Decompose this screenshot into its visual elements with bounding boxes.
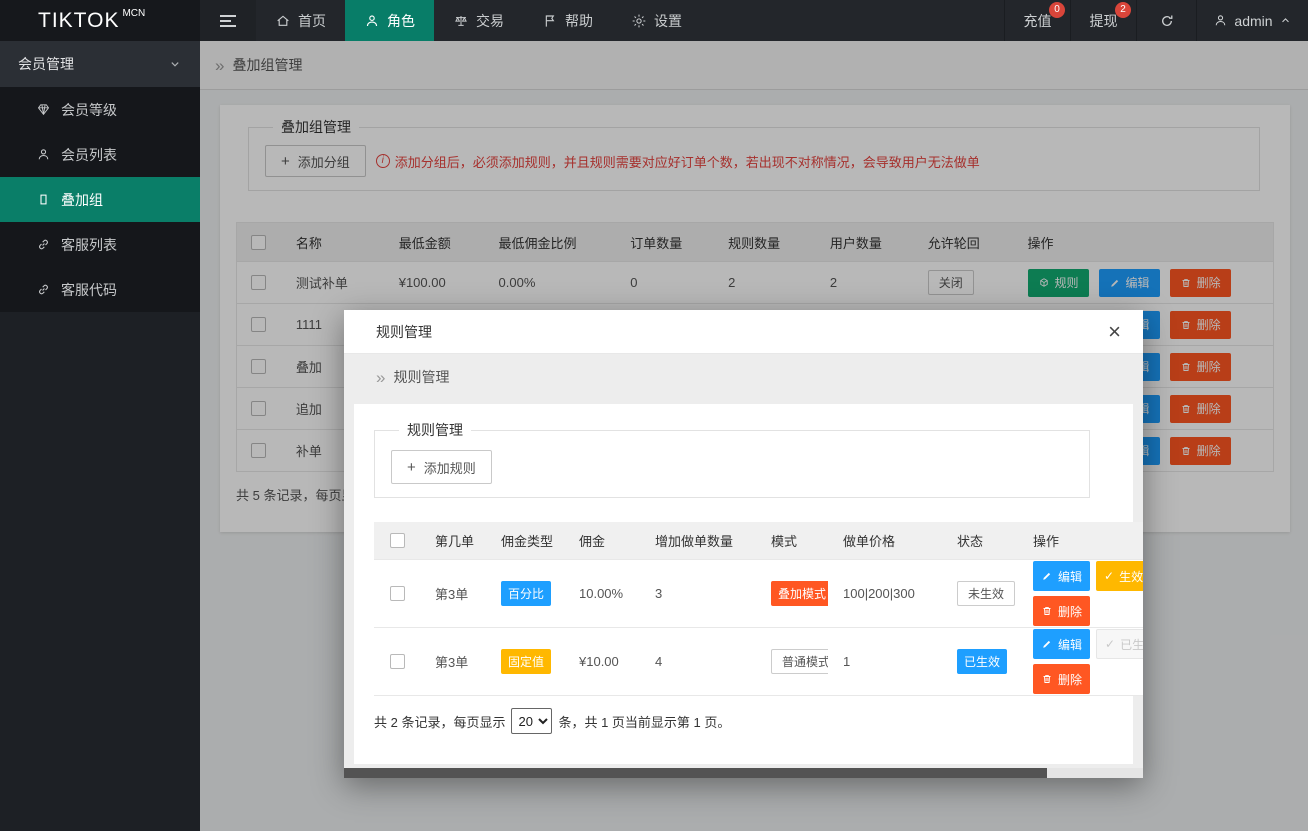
add-rule-button[interactable]: + 添加规则 xyxy=(391,450,492,484)
user-icon xyxy=(36,147,51,162)
col-header: 模式 xyxy=(756,531,828,550)
sidebar-item-member-list[interactable]: 会员列表 xyxy=(0,132,200,177)
page-size-select[interactable]: 20 xyxy=(511,708,552,734)
rule-table: 第几单 佣金类型 佣金 增加做单数量 模式 做单价格 状态 操作 第3单 百分比… xyxy=(374,522,1143,696)
nav-item-roles[interactable]: 角色 xyxy=(345,0,434,41)
col-header: 佣金 xyxy=(564,531,640,550)
close-icon[interactable]: × xyxy=(1108,321,1121,343)
menu-toggle-button[interactable] xyxy=(200,0,256,41)
link-icon xyxy=(36,237,51,252)
logo-title: TIKTOK xyxy=(38,9,119,33)
rule-management-modal: 规则管理 × » 规则管理 规则管理 + 添加规则 第几单 佣金类型 佣金 xyxy=(344,310,1143,778)
delete-button[interactable]: 删除 xyxy=(1033,664,1090,694)
logo-tag: MCN xyxy=(122,8,145,19)
refresh-icon xyxy=(1159,13,1175,29)
scrollbar-thumb[interactable] xyxy=(344,768,1047,778)
row-checkbox[interactable] xyxy=(390,586,405,601)
sidebar-item-overlay-group[interactable]: 叠加组 xyxy=(0,177,200,222)
horizontal-scrollbar xyxy=(344,768,1143,778)
user-icon xyxy=(364,13,380,29)
check-icon: ✓ xyxy=(1105,638,1115,650)
pencil-icon xyxy=(1041,638,1053,650)
topbar: TIKTOK MCN 首页 角色 交易 帮助 xyxy=(0,0,1308,41)
sidebar-item-member-level[interactable]: 会员等级 xyxy=(0,87,200,132)
activated-button: ✓已生效 xyxy=(1096,629,1143,659)
nav-item-help[interactable]: 帮助 xyxy=(523,0,612,41)
mode-tag: 普通模式 xyxy=(771,649,828,674)
mode-tag: 叠加模式 xyxy=(771,581,828,606)
row-checkbox[interactable] xyxy=(390,654,405,669)
modal-title: 规则管理 xyxy=(376,322,432,342)
col-header: 第几单 xyxy=(420,531,486,550)
box-icon xyxy=(36,192,51,207)
activate-button[interactable]: ✓生效 xyxy=(1096,561,1143,591)
plus-icon: + xyxy=(407,459,416,476)
col-header: 增加做单数量 xyxy=(640,531,756,550)
sidebar-submenu: 会员等级 会员列表 叠加组 客服列表 客服代码 xyxy=(0,87,200,312)
rule-row: 第3单 百分比 10.00% 3 叠加模式 100|200|300 未生效 编辑… xyxy=(374,560,1143,628)
col-header: 状态 xyxy=(942,531,1018,550)
chevron-down-icon xyxy=(168,57,182,71)
gear-icon xyxy=(631,13,647,29)
modal-breadcrumb: » 规则管理 xyxy=(344,354,1143,400)
home-icon xyxy=(275,13,291,29)
rule-table-header: 第几单 佣金类型 佣金 增加做单数量 模式 做单价格 状态 操作 xyxy=(374,522,1143,560)
modal-content-panel: 规则管理 + 添加规则 第几单 佣金类型 佣金 增加做单数量 模式 做单价格 状… xyxy=(354,404,1133,764)
status-tag: 已生效 xyxy=(957,649,1007,674)
nav-item-settings[interactable]: 设置 xyxy=(612,0,701,41)
refresh-button[interactable] xyxy=(1136,0,1196,41)
app-screen: TIKTOK MCN 首页 角色 交易 帮助 xyxy=(0,0,1308,831)
recharge-badge: 0 xyxy=(1049,2,1065,18)
trash-icon xyxy=(1041,605,1053,617)
topbar-right: 充值 0 提现 2 admin xyxy=(1004,0,1308,41)
rule-row: 第3单 固定值 ¥10.00 4 普通模式 1 已生效 编辑 ✓已生效 删除 xyxy=(374,628,1143,696)
status-tag: 未生效 xyxy=(957,581,1015,606)
delete-button[interactable]: 删除 xyxy=(1033,596,1090,626)
withdraw-button[interactable]: 提现 2 xyxy=(1070,0,1136,41)
check-icon: ✓ xyxy=(1104,570,1114,582)
sidebar-item-service-list[interactable]: 客服列表 xyxy=(0,222,200,267)
select-all-checkbox[interactable] xyxy=(390,533,405,548)
recharge-button[interactable]: 充值 0 xyxy=(1004,0,1070,41)
withdraw-badge: 2 xyxy=(1115,2,1131,18)
pencil-icon xyxy=(1041,570,1053,582)
commission-type-tag: 固定值 xyxy=(501,649,551,674)
col-header: 做单价格 xyxy=(828,531,942,550)
commission-type-tag: 百分比 xyxy=(501,581,551,606)
sidebar-group-member-management[interactable]: 会员管理 xyxy=(0,41,200,87)
top-navigation: 首页 角色 交易 帮助 设置 xyxy=(256,0,701,41)
col-header: 佣金类型 xyxy=(486,531,564,550)
user-icon xyxy=(1213,13,1228,28)
gem-icon xyxy=(36,102,51,117)
app-logo: TIKTOK MCN xyxy=(0,0,200,41)
link-icon xyxy=(36,282,51,297)
modal-header: 规则管理 × xyxy=(344,310,1143,354)
trash-icon xyxy=(1041,673,1053,685)
username: admin xyxy=(1234,13,1272,29)
nav-item-trade[interactable]: 交易 xyxy=(434,0,523,41)
nav-item-home[interactable]: 首页 xyxy=(256,0,345,41)
flag-icon xyxy=(542,13,558,29)
fieldset-legend: 规则管理 xyxy=(399,420,471,440)
edit-button[interactable]: 编辑 xyxy=(1033,561,1090,591)
scales-icon xyxy=(453,13,469,29)
col-header: 操作 xyxy=(1018,531,1143,550)
edit-button[interactable]: 编辑 xyxy=(1033,629,1090,659)
sidebar-item-service-code[interactable]: 客服代码 xyxy=(0,267,200,312)
double-chevron-icon: » xyxy=(376,369,385,386)
sidebar: 会员管理 会员等级 会员列表 叠加组 客服列表 客服代码 xyxy=(0,41,200,831)
user-menu[interactable]: admin xyxy=(1196,0,1308,41)
hamburger-icon xyxy=(220,15,236,17)
chevron-up-icon xyxy=(1279,14,1292,27)
rule-fieldset: 规则管理 + 添加规则 xyxy=(374,420,1090,498)
rule-table-pagination: 共 2 条记录，每页显示 20 条，共 1 页当前显示第 1 页。 xyxy=(374,708,730,734)
